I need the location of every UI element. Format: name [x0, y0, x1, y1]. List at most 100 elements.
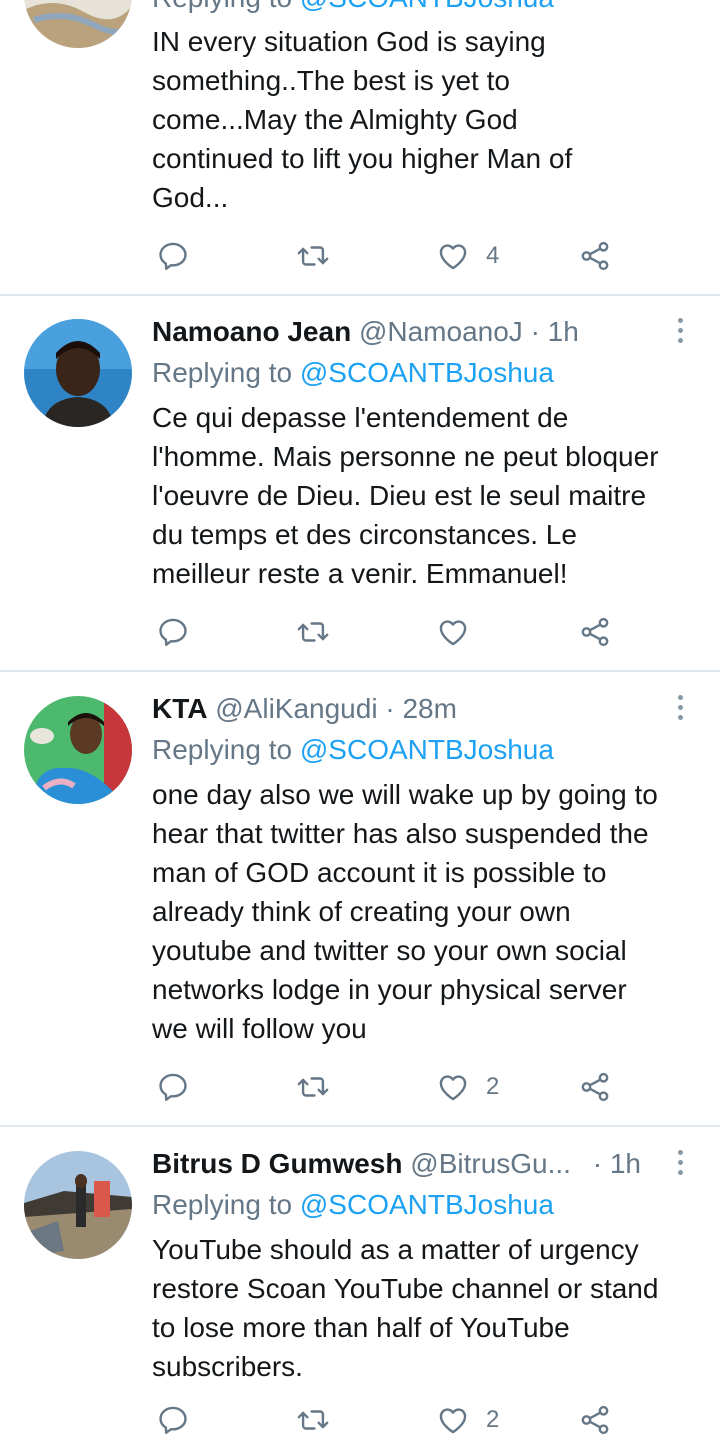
more-options-button[interactable]	[672, 1150, 688, 1178]
tweet-actions: 2	[152, 1067, 622, 1107]
timestamp[interactable]: · 28m	[385, 693, 457, 724]
tweet-header: Namoano Jean @NamoanoJ · 1h	[152, 312, 712, 352]
tweet-text-line: hear that twitter has also suspended the	[152, 818, 649, 849]
retweet-icon	[297, 1410, 329, 1430]
avatar[interactable]	[24, 0, 132, 48]
reply-icon	[159, 242, 187, 270]
tweet-text-line: IN every situation God is saying	[152, 26, 546, 57]
share-button[interactable]	[578, 1067, 612, 1107]
retweet-button[interactable]	[296, 612, 330, 652]
reply-mention-link[interactable]: @SCOANTBJoshua	[300, 1189, 554, 1220]
reply-button[interactable]	[156, 1400, 190, 1440]
more-vertical-icon	[672, 1150, 688, 1175]
tweet-header: Bitrus D Gumwesh @BitrusGu... · 1h	[152, 1144, 712, 1184]
retweet-icon	[297, 622, 329, 642]
tweet-actions	[152, 612, 622, 652]
reply-context: Replying to @SCOANTBJoshua	[152, 1185, 554, 1225]
tweet-text-line: du temps et des circonstances. Le	[152, 519, 577, 550]
tweet-text-line: come...May the Almighty God	[152, 104, 518, 135]
retweet-icon	[297, 1077, 329, 1097]
more-vertical-icon	[672, 695, 688, 720]
reply-icon	[159, 1073, 187, 1101]
tweet-text: one day also we will wake up by going to…	[152, 775, 700, 1048]
reply-context: Replying to @SCOANTBJoshua	[152, 0, 554, 18]
tweet-text-line: we will follow you	[152, 1013, 367, 1044]
share-button[interactable]	[578, 236, 612, 276]
display-name[interactable]: Namoano Jean	[152, 316, 351, 347]
like-button[interactable]: 2	[436, 1067, 499, 1107]
retweet-button[interactable]	[296, 236, 330, 276]
retweet-button[interactable]	[296, 1400, 330, 1440]
more-options-button[interactable]	[672, 695, 688, 723]
display-name[interactable]: KTA	[152, 693, 207, 724]
reply-prefix: Replying to	[152, 734, 293, 765]
tweet-text-line: restore Scoan YouTube channel or stand	[152, 1273, 659, 1304]
tweet-text-line: l'oeuvre de Dieu. Dieu est le seul maitr…	[152, 480, 647, 511]
avatar[interactable]	[24, 319, 132, 427]
reply-mention-link[interactable]: @SCOANTBJoshua	[300, 734, 554, 765]
like-count: 2	[486, 1073, 500, 1100]
tweet-text-line: already think of creating your own	[152, 896, 571, 927]
timestamp[interactable]: · 1h	[593, 1148, 641, 1179]
like-count: 4	[486, 242, 500, 269]
avatar-image	[24, 696, 132, 804]
reply-mention-link[interactable]: @SCOANTBJoshua	[300, 357, 554, 388]
tweet-text-line: YouTube should as a matter of urgency	[152, 1234, 639, 1265]
share-icon	[581, 1072, 609, 1102]
share-button[interactable]	[578, 1400, 612, 1440]
more-options-button[interactable]	[672, 318, 688, 346]
like-button[interactable]: 2	[436, 1400, 499, 1440]
tweet-text-line: man of GOD account it is possible to	[152, 857, 607, 888]
avatar[interactable]	[24, 696, 132, 804]
user-handle[interactable]: @BitrusGu...	[410, 1148, 571, 1179]
heart-icon	[439, 620, 467, 646]
user-handle[interactable]: @NamoanoJ	[359, 316, 523, 347]
retweet-button[interactable]	[296, 1067, 330, 1107]
divider	[0, 294, 720, 296]
like-count: 2	[486, 1406, 500, 1433]
like-button[interactable]	[436, 612, 486, 652]
avatar[interactable]	[24, 1151, 132, 1259]
reply-prefix: Replying to	[152, 1189, 293, 1220]
tweet-text-line: continued to lift you higher Man of	[152, 143, 573, 174]
reply-button[interactable]	[156, 612, 190, 652]
avatar-image	[24, 1151, 132, 1259]
tweet-text-line: networks lodge in your physical server	[152, 974, 627, 1005]
tweet-text: YouTube should as a matter of urgency re…	[152, 1230, 700, 1386]
tweet-text-line: Ce qui depasse l'entendement de	[152, 402, 569, 433]
tweet-text-line: youtube and twitter so your own social	[152, 935, 627, 966]
tweet-actions: 2	[152, 1400, 622, 1440]
tweet-text-line: subscribers.	[152, 1351, 303, 1382]
tweet-text-line: God...	[152, 182, 229, 213]
tweet-text-line: something..The best is yet to	[152, 65, 510, 96]
share-icon	[581, 241, 609, 271]
tweet-text: IN every situation God is saying somethi…	[152, 22, 700, 217]
reply-prefix: Replying to	[152, 0, 292, 13]
more-vertical-icon	[672, 318, 688, 343]
timestamp[interactable]: · 1h	[531, 316, 579, 347]
divider	[0, 670, 720, 672]
reply-context: Replying to @SCOANTBJoshua	[152, 353, 554, 393]
reply-button[interactable]	[156, 236, 190, 276]
reply-prefix: Replying to	[152, 357, 293, 388]
heart-icon	[439, 244, 467, 270]
reply-icon	[159, 1406, 187, 1434]
tweet-text-line: to lose more than half of YouTube	[152, 1312, 570, 1343]
user-handle[interactable]: @AliKangudi	[215, 693, 377, 724]
share-button[interactable]	[578, 612, 612, 652]
like-button[interactable]: 4	[436, 236, 499, 276]
reply-context: Replying to @SCOANTBJoshua	[152, 730, 554, 770]
avatar-image	[24, 0, 132, 48]
avatar-image	[24, 319, 132, 427]
tweet-header: KTA @AliKangudi · 28m	[152, 689, 712, 729]
heart-icon	[439, 1075, 467, 1101]
reply-icon	[159, 618, 187, 646]
display-name[interactable]: Bitrus D Gumwesh	[152, 1148, 402, 1179]
share-icon	[581, 617, 609, 647]
tweet-text-line: meilleur reste a venir. Emmanuel!	[152, 558, 568, 589]
divider	[0, 1125, 720, 1127]
reply-mention-link[interactable]: @SCOANTBJoshua	[300, 0, 554, 13]
share-icon	[581, 1405, 609, 1435]
reply-button[interactable]	[156, 1067, 190, 1107]
tweet-text-line: one day also we will wake up by going to	[152, 779, 658, 810]
